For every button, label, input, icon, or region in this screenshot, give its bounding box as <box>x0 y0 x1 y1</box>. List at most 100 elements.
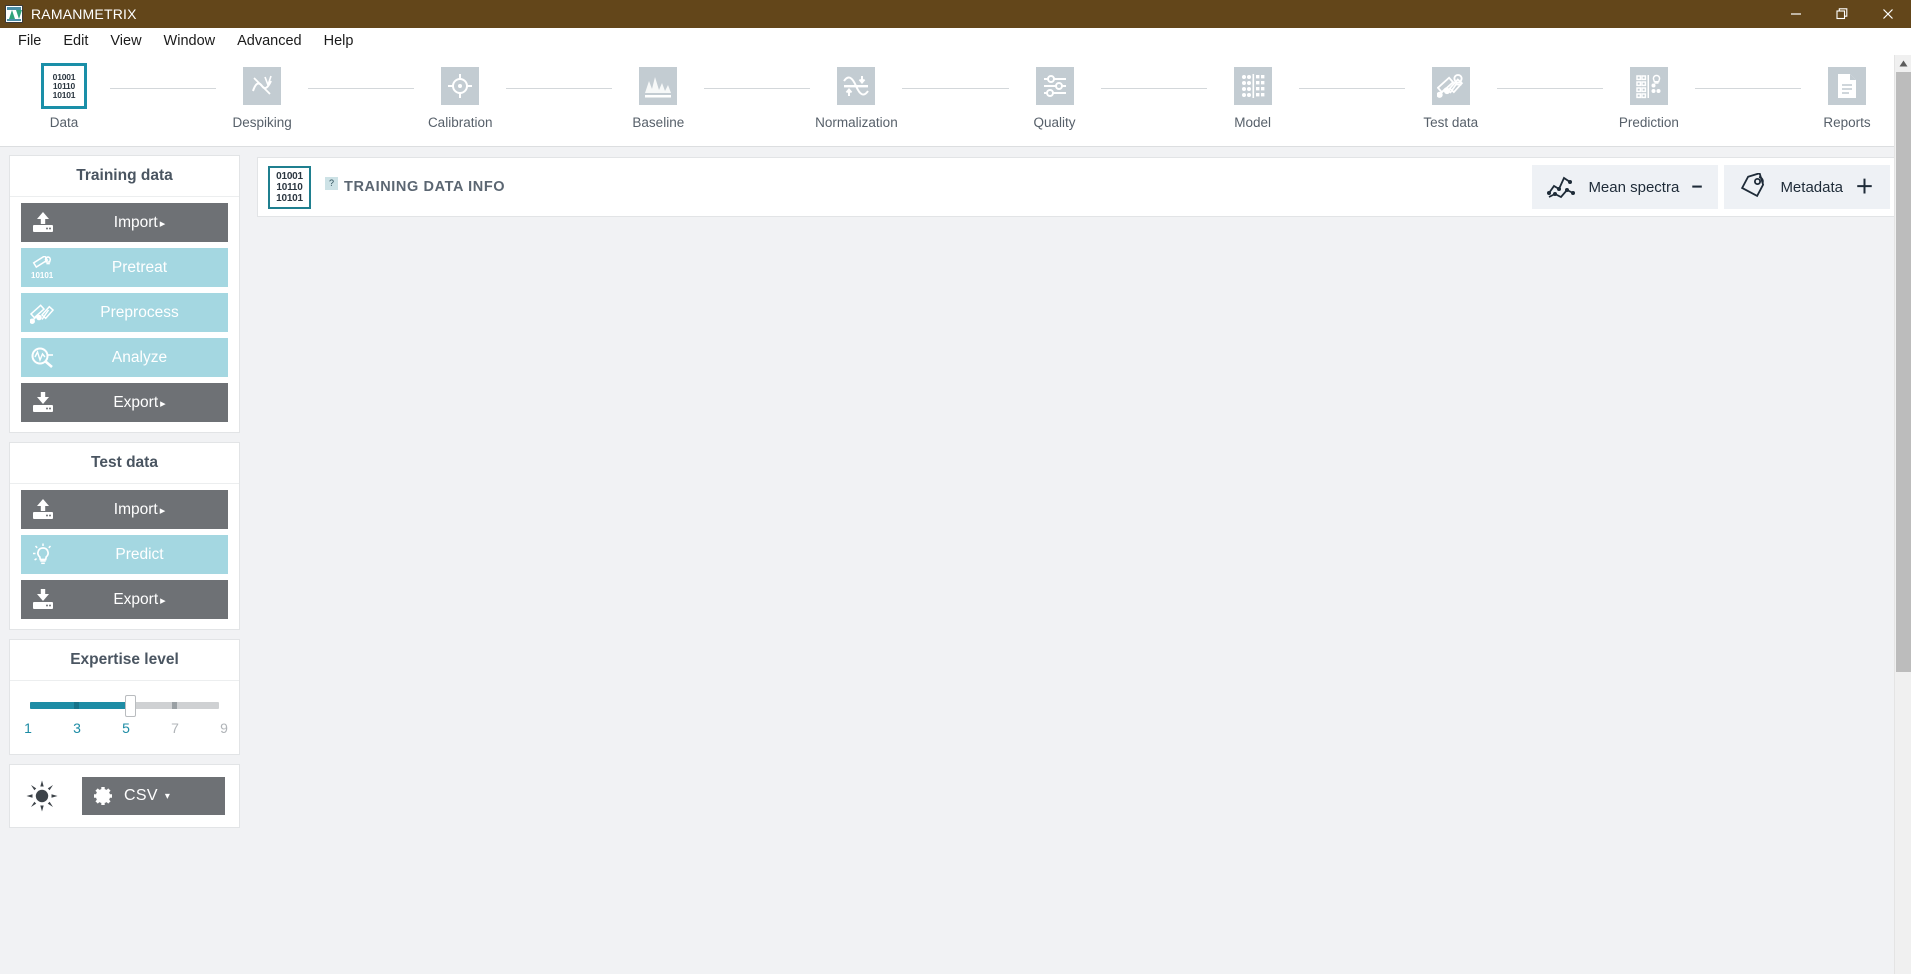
workflow-connector <box>1298 88 1405 89</box>
workflow-step-test-data[interactable]: Test data <box>1405 63 1497 130</box>
training-export-label: Export ▸ <box>113 393 166 411</box>
workflow-step-baseline[interactable]: Baseline <box>612 63 704 130</box>
scrollbar-thumb[interactable] <box>1896 72 1911 672</box>
binary-data-icon: 01001 10110 10101 <box>268 165 311 209</box>
workflow-connector <box>1100 88 1207 89</box>
training-analyze-label: Analyze <box>111 348 168 366</box>
metadata-label: Metadata <box>1780 178 1843 196</box>
vertical-scrollbar[interactable] <box>1894 55 1911 974</box>
app-body: Training data Import ▸ 10101 Pretreat Pr… <box>0 147 1911 973</box>
format-label: CSV <box>124 787 158 804</box>
training-preprocess-button[interactable]: Preprocess <box>21 293 228 332</box>
training-pretreat-button[interactable]: 10101 Pretreat <box>21 248 228 287</box>
training-preprocess-label: Preprocess <box>100 303 179 321</box>
mean-spectra-label: Mean spectra <box>1588 178 1680 196</box>
workflow-step-normalization[interactable]: Normalization <box>810 63 902 130</box>
test-data-icon <box>1431 67 1470 105</box>
slider-label-9: 9 <box>220 720 228 736</box>
test-predict-label: Predict <box>115 545 164 563</box>
test-data-panel-title: Test data <box>10 443 239 484</box>
workflow-step-label: Data <box>49 115 79 130</box>
prediction-icon <box>1629 67 1668 105</box>
svg-text:10101: 10101 <box>31 271 54 280</box>
workflow-step-label: Quality <box>1033 115 1076 130</box>
chevron-down-icon: ▾ <box>164 790 170 802</box>
menu-item-window[interactable]: Window <box>153 31 227 51</box>
test-data-panel: Test data Import ▸ Predict Export ▸ <box>9 442 240 630</box>
slider-tick-7 <box>172 702 177 709</box>
slider-handle[interactable] <box>125 695 136 717</box>
sun-brightness-icon[interactable] <box>24 778 60 814</box>
workflow-connector <box>1496 88 1603 89</box>
menu-item-view[interactable]: View <box>99 31 152 51</box>
workflow-step-label: Normalization <box>815 115 898 130</box>
main-content: 01001 10110 10101 ? TRAINING DATA INFO M… <box>249 147 1911 973</box>
menu-item-help[interactable]: Help <box>313 31 365 51</box>
workflow-step-reports[interactable]: Reports <box>1801 63 1893 130</box>
workflow-step-label: Model <box>1234 115 1272 130</box>
workflow-step-prediction[interactable]: Prediction <box>1603 63 1695 130</box>
expertise-level-title: Expertise level <box>10 640 239 681</box>
workflow-step-data[interactable]: 01001 10110 10101 Data <box>18 63 110 130</box>
report-document-icon <box>1827 67 1866 105</box>
page-title: TRAINING DATA INFO <box>344 179 506 195</box>
app-title: RAMANMETRIX <box>31 6 137 22</box>
slider-label-7: 7 <box>171 720 179 736</box>
workflow-step-label: Reports <box>1823 115 1871 130</box>
slider-tick-labels: 1 3 5 7 9 <box>22 720 228 740</box>
binary-line-3: 10101 <box>276 192 303 204</box>
slider-label-5: 5 <box>122 720 130 736</box>
help-icon[interactable]: ? <box>325 176 338 190</box>
expertise-level-slider[interactable] <box>22 693 227 717</box>
sliders-icon <box>1035 67 1074 105</box>
app-logo-icon <box>5 5 23 23</box>
workflow-step-quality[interactable]: Quality <box>1009 63 1101 130</box>
workflow-steps: 01001 10110 10101 Data Despiking Calibra… <box>0 55 1911 147</box>
minimize-icon[interactable] <box>1773 0 1819 28</box>
menu-item-advanced[interactable]: Advanced <box>226 31 313 51</box>
import-upload-icon <box>21 498 65 521</box>
training-data-panel-title: Training data <box>10 156 239 197</box>
training-import-button[interactable]: Import ▸ <box>21 203 228 242</box>
window-controls <box>1773 0 1911 28</box>
workflow-step-calibration[interactable]: Calibration <box>414 63 506 130</box>
workflow-step-label: Despiking <box>232 115 292 130</box>
pretreat-icon: 10101 <box>21 255 65 280</box>
training-export-button[interactable]: Export ▸ <box>21 383 228 422</box>
test-import-button[interactable]: Import ▸ <box>21 490 228 529</box>
test-predict-button[interactable]: Predict <box>21 535 228 574</box>
workflow-step-model[interactable]: Model <box>1207 63 1299 130</box>
scroll-up-arrow-icon[interactable] <box>1895 55 1911 72</box>
workflow-step-despiking[interactable]: Despiking <box>216 63 308 130</box>
mean-spectra-button[interactable]: Mean spectra − <box>1532 165 1719 209</box>
import-upload-icon <box>21 211 65 234</box>
restore-icon[interactable] <box>1819 0 1865 28</box>
menu-item-edit[interactable]: Edit <box>52 31 99 51</box>
binary-data-icon: 01001 10110 10101 <box>45 67 83 105</box>
close-icon[interactable] <box>1865 0 1911 28</box>
menu-bar: File Edit View Window Advanced Help <box>0 28 1911 55</box>
metadata-button[interactable]: Metadata ＋ <box>1724 165 1890 209</box>
gear-icon <box>82 785 124 807</box>
slider-label-1: 1 <box>24 720 32 736</box>
workflow-connector <box>902 88 1009 89</box>
workflow-step-label: Baseline <box>632 115 685 130</box>
test-import-label: Import ▸ <box>113 500 166 518</box>
workflow-connector <box>308 88 415 89</box>
binary-line-1: 01001 <box>276 170 303 182</box>
menu-item-file[interactable]: File <box>7 31 52 51</box>
sidebar: Training data Import ▸ 10101 Pretreat Pr… <box>0 147 249 973</box>
format-settings-button[interactable]: CSV ▾ <box>82 777 225 815</box>
training-import-label: Import ▸ <box>113 213 166 231</box>
test-export-button[interactable]: Export ▸ <box>21 580 228 619</box>
training-analyze-button[interactable]: Analyze <box>21 338 228 377</box>
export-download-icon <box>21 391 65 414</box>
test-export-label: Export ▸ <box>113 590 166 608</box>
slider-label-3: 3 <box>73 720 81 736</box>
workflow-connector <box>110 88 217 89</box>
expertise-level-panel: Expertise level 1 3 5 7 9 <box>9 639 240 755</box>
title-bar: RAMANMETRIX <box>0 0 1911 28</box>
preprocess-icon <box>21 301 65 325</box>
export-download-icon <box>21 588 65 611</box>
training-data-info-card: 01001 10110 10101 ? TRAINING DATA INFO M… <box>257 157 1899 217</box>
